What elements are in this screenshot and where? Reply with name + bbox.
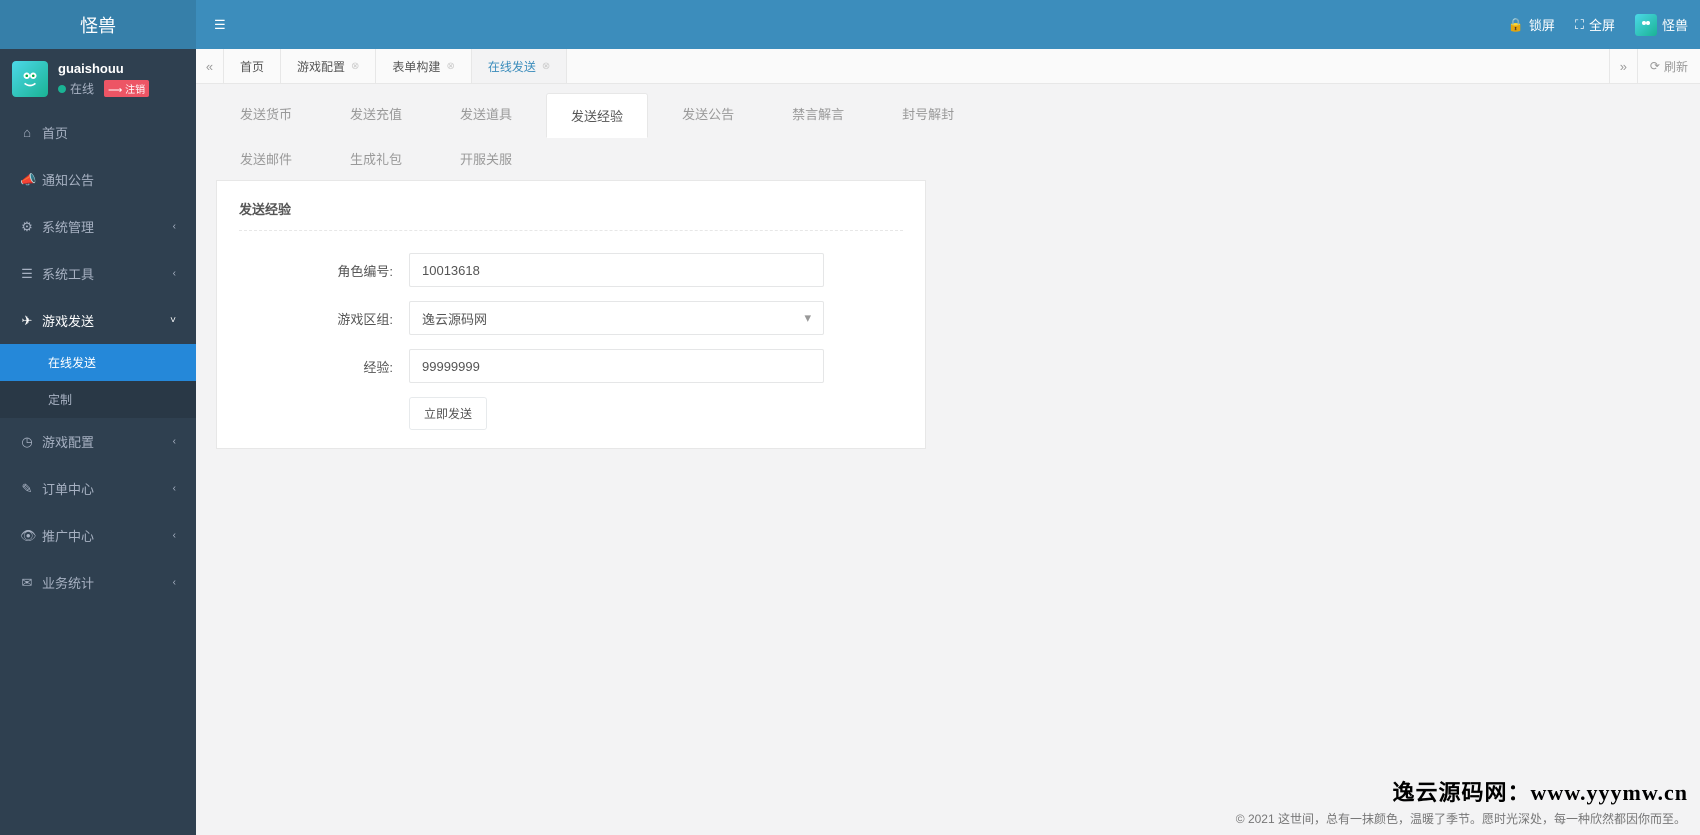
chevron-left-icon: ‹ xyxy=(173,483,176,494)
inner-tab-发送货币[interactable]: 发送货币 xyxy=(216,92,316,137)
footer-text: © 2021 这世间，总有一抹颜色，温暖了季节。愿时光深处，每一种欣然都因你而至… xyxy=(1236,810,1686,827)
sidebar-item-推广中心[interactable]: 👁推广中心‹ xyxy=(0,512,196,559)
chevron-down-icon: ▾ xyxy=(804,310,811,326)
monster-icon xyxy=(17,66,43,92)
close-icon[interactable]: ⊗ xyxy=(446,61,454,72)
inner-tab-发送邮件[interactable]: 发送邮件 xyxy=(216,137,316,180)
pencil-icon: ✎ xyxy=(20,481,34,497)
close-icon[interactable]: ⊗ xyxy=(542,61,550,72)
chevron-down-icon: ˅ xyxy=(170,315,176,326)
list-icon: ☰ xyxy=(20,266,34,282)
sidebar-sub-定制[interactable]: 定制 xyxy=(0,381,196,418)
form-panel: 发送经验 角色编号: 游戏区组: 逸云源码网 ▾ 经验: 立即发送 xyxy=(216,180,926,449)
menu-toggle-icon[interactable]: ☰ xyxy=(208,11,232,39)
sidebar-item-游戏配置[interactable]: ◷游戏配置‹ xyxy=(0,418,196,465)
lock-button[interactable]: 🔒 锁屏 xyxy=(1508,15,1555,34)
zone-select[interactable]: 逸云源码网 ▾ xyxy=(409,301,824,335)
tabstrip: « 首页游戏配置 ⊗表单构建 ⊗在线发送 ⊗ » ⟳ 刷新 xyxy=(196,49,1700,84)
sidebar-item-系统工具[interactable]: ☰系统工具‹ xyxy=(0,250,196,297)
sidebar-item-游戏发送[interactable]: ✈游戏发送˅ xyxy=(0,297,196,344)
panel-title: 发送经验 xyxy=(239,199,903,231)
sidebar-item-通知公告[interactable]: 📣通知公告 xyxy=(0,156,196,203)
cog-icon: ⚙ xyxy=(20,219,34,235)
avatar xyxy=(12,61,48,97)
close-icon[interactable]: ⊗ xyxy=(351,61,359,72)
chevron-left-icon: ‹ xyxy=(173,221,176,232)
sidebar-item-首页[interactable]: ⌂首页 xyxy=(0,109,196,156)
user-block: guaishouu 在线 ⟶ 注销 xyxy=(0,49,196,109)
sidebar-sub-在线发送[interactable]: 在线发送 xyxy=(0,344,196,381)
tab-首页[interactable]: 首页 xyxy=(224,49,281,83)
inner-tab-发送充值[interactable]: 发送充值 xyxy=(326,92,426,137)
sidebar-item-系统管理[interactable]: ⚙系统管理‹ xyxy=(0,203,196,250)
chevron-left-icon: ‹ xyxy=(173,268,176,279)
topbar: ☰ 🔒 锁屏 ⛶ 全屏 怪兽 xyxy=(196,0,1700,49)
tab-游戏配置[interactable]: 游戏配置 ⊗ xyxy=(281,49,376,83)
exp-label: 经验: xyxy=(239,357,409,376)
role-id-input[interactable] xyxy=(409,253,824,287)
inner-tab-发送经验[interactable]: 发送经验 xyxy=(546,93,648,138)
role-id-label: 角色编号: xyxy=(239,261,409,280)
status-dot xyxy=(58,85,66,93)
topbar-user[interactable]: 怪兽 xyxy=(1635,14,1688,36)
dashboard-icon: ◷ xyxy=(20,434,34,450)
envelope-icon: ✉ xyxy=(20,575,34,591)
tab-scroll-right-icon[interactable]: » xyxy=(1609,49,1637,83)
chevron-left-icon: ‹ xyxy=(173,530,176,541)
watermark-text: 逸云源码网：www.yyymw.cn xyxy=(1393,775,1688,807)
bullhorn-icon: 📣 xyxy=(20,172,34,188)
submit-button[interactable]: 立即发送 xyxy=(409,397,487,430)
refresh-button[interactable]: ⟳ 刷新 xyxy=(1637,49,1700,83)
inner-tab-禁言解言[interactable]: 禁言解言 xyxy=(768,92,868,137)
user-name: guaishouu xyxy=(58,61,149,76)
sidebar-item-订单中心[interactable]: ✎订单中心‹ xyxy=(0,465,196,512)
zone-select-value: 逸云源码网 xyxy=(422,309,487,328)
exp-input[interactable] xyxy=(409,349,824,383)
chevron-left-icon: ‹ xyxy=(173,436,176,447)
inner-tab-发送公告[interactable]: 发送公告 xyxy=(658,92,758,137)
send-icon: ✈ xyxy=(20,313,34,329)
sidebar-item-业务统计[interactable]: ✉业务统计‹ xyxy=(0,559,196,606)
logout-button[interactable]: ⟶ 注销 xyxy=(104,80,149,97)
chevron-left-icon: ‹ xyxy=(173,577,176,588)
inner-tab-封号解封[interactable]: 封号解封 xyxy=(878,92,978,137)
fullscreen-button[interactable]: ⛶ 全屏 xyxy=(1575,15,1615,34)
tab-scroll-left-icon[interactable]: « xyxy=(196,49,224,83)
inner-tab-发送道具[interactable]: 发送道具 xyxy=(436,92,536,137)
home-icon: ⌂ xyxy=(20,125,34,140)
zone-label: 游戏区组: xyxy=(239,309,409,328)
brand-logo: 怪兽 xyxy=(0,0,196,49)
eye-icon: 👁 xyxy=(20,528,34,544)
status-text: 在线 xyxy=(70,80,94,97)
tab-表单构建[interactable]: 表单构建 ⊗ xyxy=(376,49,471,83)
tab-在线发送[interactable]: 在线发送 ⊗ xyxy=(472,49,567,83)
inner-tab-开服关服[interactable]: 开服关服 xyxy=(436,137,536,180)
inner-tab-生成礼包[interactable]: 生成礼包 xyxy=(326,137,426,180)
